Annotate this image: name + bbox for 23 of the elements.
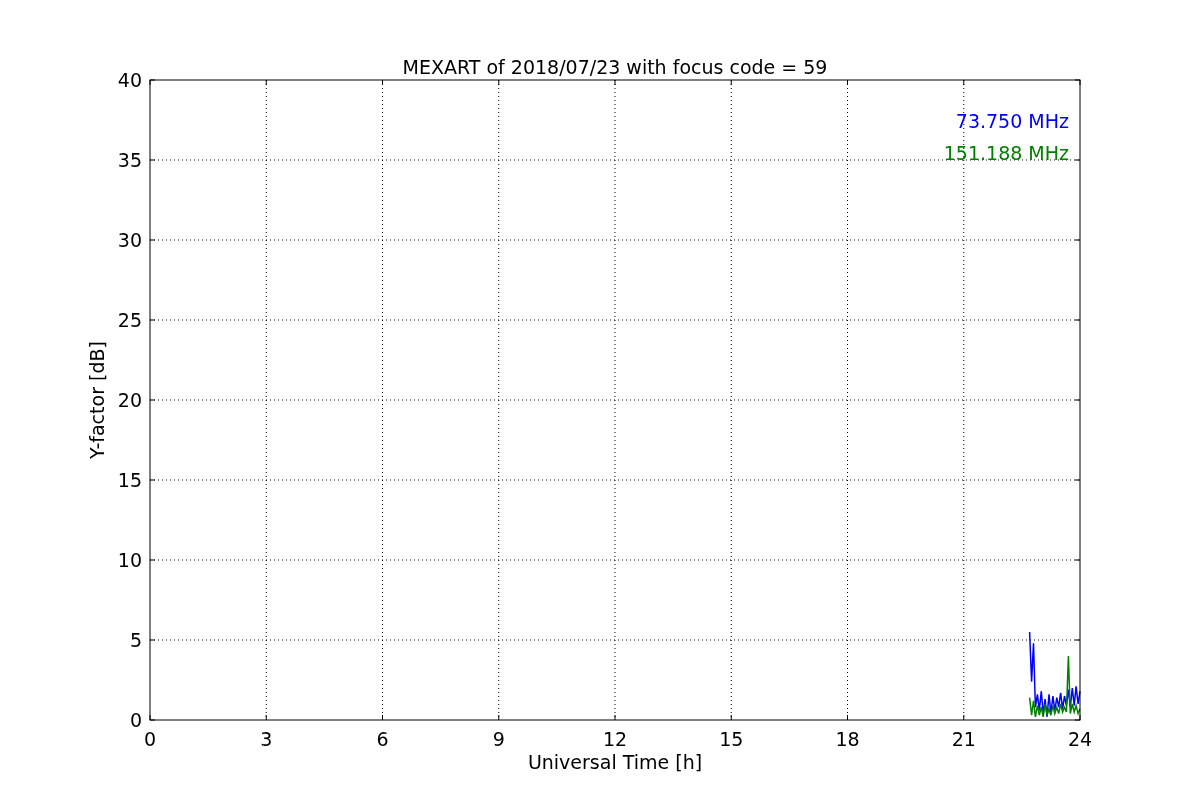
tick-label: 0 <box>129 709 142 731</box>
chart-title: MEXART of 2018/07/23 with focus code = 59 <box>402 56 828 78</box>
tick-label: 18 <box>835 728 860 750</box>
tick-label: 9 <box>492 728 505 750</box>
tick-label: 21 <box>951 728 976 750</box>
tick-label: 0 <box>143 728 157 750</box>
axis-label: Y-factor [dB] <box>86 341 108 459</box>
tick-label: 15 <box>117 469 142 491</box>
tick-label: 3 <box>260 728 273 750</box>
tick-label: 15 <box>719 728 744 750</box>
tick-label: 12 <box>602 728 628 750</box>
tick-label: 5 <box>129 629 142 651</box>
tick-label: 30 <box>117 229 142 251</box>
tick-label: 24 <box>1067 728 1093 750</box>
tick-label: 35 <box>117 149 142 171</box>
tick-label: 40 <box>117 69 142 91</box>
tick-label: 6 <box>376 728 389 750</box>
legend-label: 73.750 MHz <box>955 110 1069 132</box>
axis-label: Universal Time [h] <box>527 751 703 773</box>
tick-label: 25 <box>117 309 142 331</box>
tick-label: 10 <box>117 549 142 571</box>
legend-label: 151.188 MHz <box>943 142 1069 164</box>
tick-label: 20 <box>117 389 142 411</box>
